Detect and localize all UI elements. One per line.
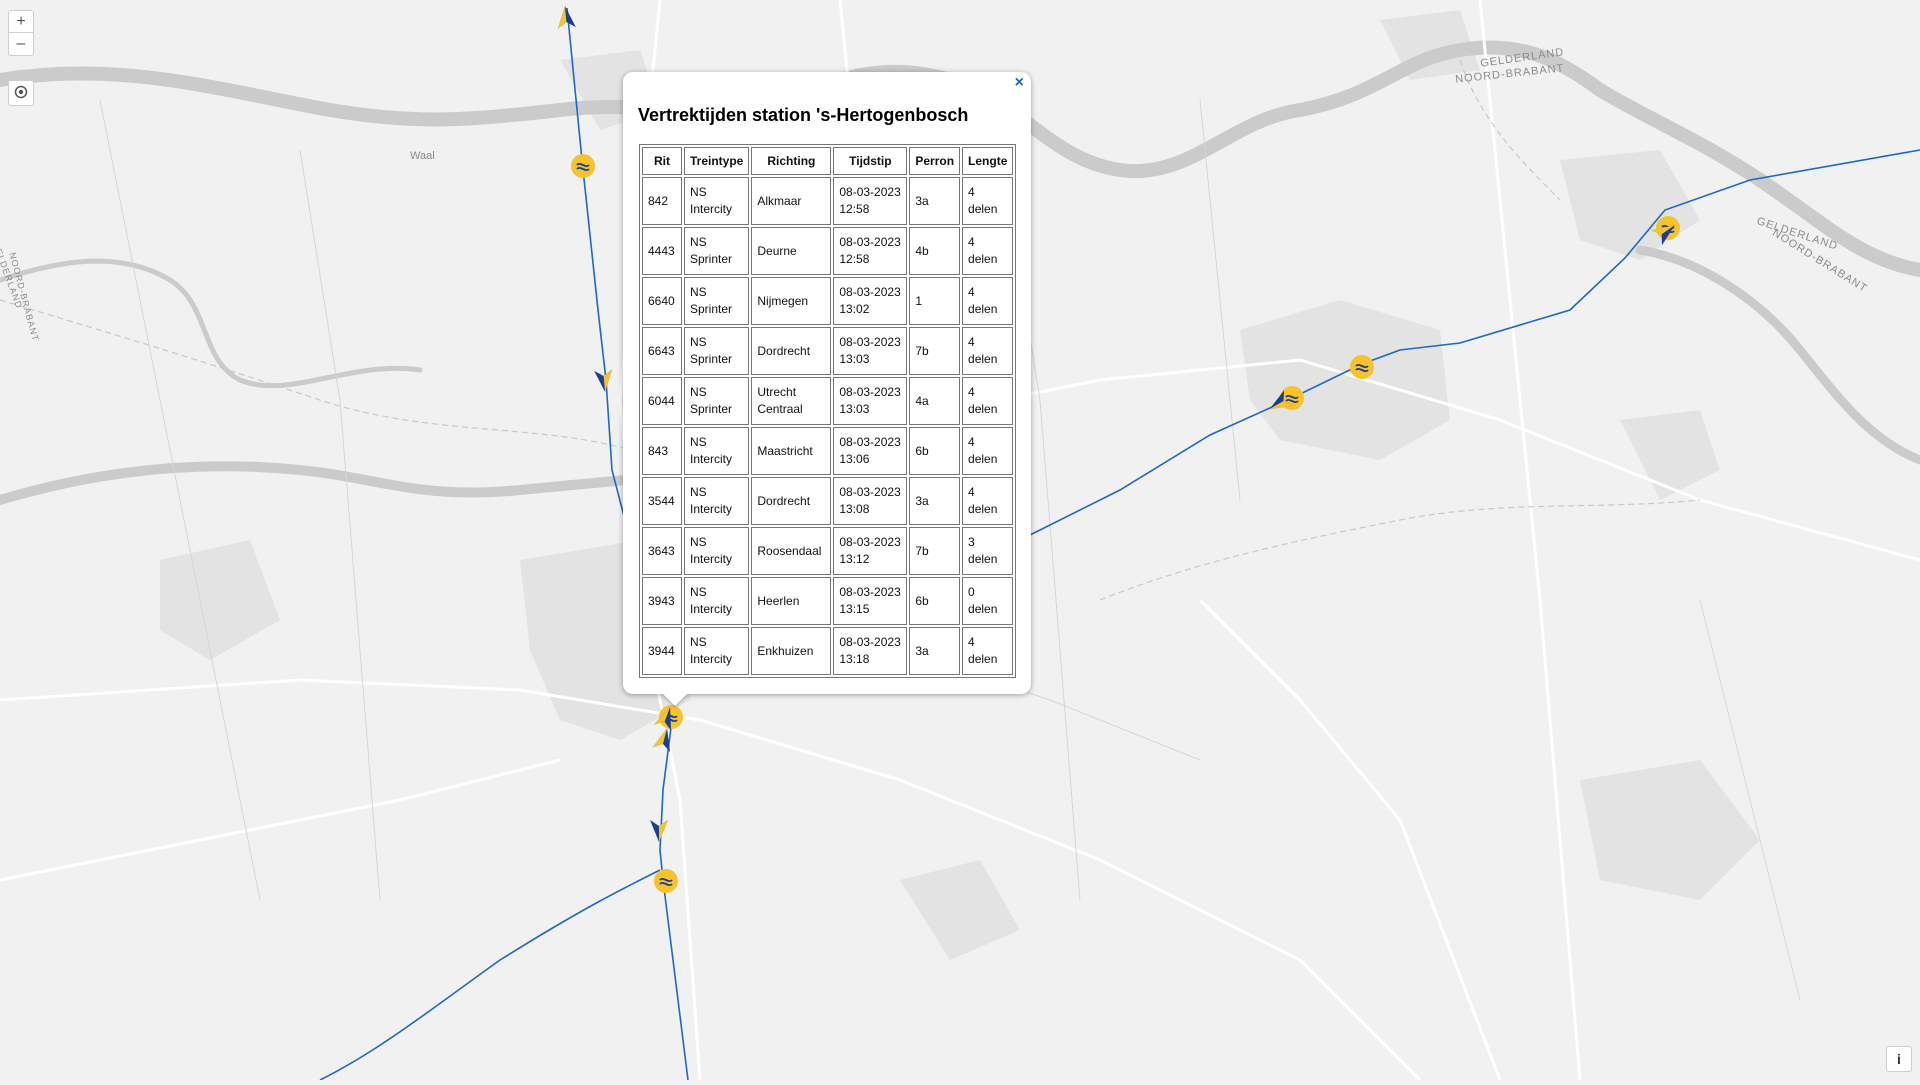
- column-header: Rit: [642, 147, 682, 175]
- cell-time: 08-03-2023 12:58: [833, 177, 907, 225]
- cell-rit: 6640: [642, 277, 682, 325]
- cell-perron: 7b: [909, 327, 960, 375]
- cell-time: 08-03-2023 13:15: [833, 577, 907, 625]
- cell-rit: 6044: [642, 377, 682, 425]
- cell-dir: Dordrecht: [751, 477, 831, 525]
- column-header: Treintype: [684, 147, 749, 175]
- table-row: 6643NS SprinterDordrecht08-03-2023 13:03…: [642, 327, 1013, 375]
- cell-perron: 1: [909, 277, 960, 325]
- zoom-out-button[interactable]: –: [8, 32, 34, 56]
- cell-len: 4 delen: [962, 477, 1013, 525]
- popup-title: Vertrektijden station 's-Hertogenbosch: [638, 105, 968, 126]
- cell-perron: 7b: [909, 527, 960, 575]
- cell-perron: 3a: [909, 177, 960, 225]
- cell-type: NS Intercity: [684, 577, 749, 625]
- cell-type: NS Sprinter: [684, 377, 749, 425]
- cell-dir: Enkhuizen: [751, 627, 831, 675]
- cell-time: 08-03-2023 13:03: [833, 377, 907, 425]
- cell-type: NS Intercity: [684, 177, 749, 225]
- cell-perron: 6b: [909, 577, 960, 625]
- departures-table: Rit Treintype Richting Tijdstip Perron L…: [639, 144, 1016, 678]
- river-label: Waal: [410, 150, 435, 162]
- layers-button[interactable]: [8, 80, 34, 106]
- cell-perron: 6b: [909, 427, 960, 475]
- cell-dir: Alkmaar: [751, 177, 831, 225]
- cell-type: NS Intercity: [684, 477, 749, 525]
- cell-type: NS Intercity: [684, 427, 749, 475]
- station-marker[interactable]: [1350, 355, 1374, 379]
- cell-rit: 4443: [642, 227, 682, 275]
- column-header: Tijdstip: [833, 147, 907, 175]
- cell-len: 4 delen: [962, 277, 1013, 325]
- cell-len: 4 delen: [962, 327, 1013, 375]
- cell-len: 4 delen: [962, 177, 1013, 225]
- cell-perron: 3a: [909, 477, 960, 525]
- cell-dir: Deurne: [751, 227, 831, 275]
- cell-dir: Heerlen: [751, 577, 831, 625]
- cell-time: 08-03-2023 12:58: [833, 227, 907, 275]
- cell-len: 4 delen: [962, 627, 1013, 675]
- column-header: Lengte: [962, 147, 1013, 175]
- cell-dir: Roosendaal: [751, 527, 831, 575]
- cell-time: 08-03-2023 13:02: [833, 277, 907, 325]
- cell-rit: 3944: [642, 627, 682, 675]
- table-row: 842NS IntercityAlkmaar08-03-2023 12:583a…: [642, 177, 1013, 225]
- info-button[interactable]: i: [1886, 1046, 1912, 1072]
- table-row: 3544NS IntercityDordrecht08-03-2023 13:0…: [642, 477, 1013, 525]
- cell-perron: 3a: [909, 627, 960, 675]
- layers-icon: [14, 85, 28, 99]
- cell-time: 08-03-2023 13:08: [833, 477, 907, 525]
- cell-perron: 4b: [909, 227, 960, 275]
- table-header-row: Rit Treintype Richting Tijdstip Perron L…: [642, 147, 1013, 175]
- cell-dir: Nijmegen: [751, 277, 831, 325]
- table-row: 3944NS IntercityEnkhuizen08-03-2023 13:1…: [642, 627, 1013, 675]
- departures-popup: × Vertrektijden station 's-Hertogenbosch…: [623, 72, 1031, 694]
- table-row: 843NS IntercityMaastricht08-03-2023 13:0…: [642, 427, 1013, 475]
- cell-type: NS Sprinter: [684, 277, 749, 325]
- cell-rit: 3544: [642, 477, 682, 525]
- cell-perron: 4a: [909, 377, 960, 425]
- cell-rit: 842: [642, 177, 682, 225]
- cell-rit: 6643: [642, 327, 682, 375]
- cell-time: 08-03-2023 13:03: [833, 327, 907, 375]
- cell-time: 08-03-2023 13:12: [833, 527, 907, 575]
- cell-rit: 3943: [642, 577, 682, 625]
- cell-time: 08-03-2023 13:06: [833, 427, 907, 475]
- cell-len: 0 delen: [962, 577, 1013, 625]
- cell-dir: Dordrecht: [751, 327, 831, 375]
- table-row: 3943NS IntercityHeerlen08-03-2023 13:156…: [642, 577, 1013, 625]
- cell-time: 08-03-2023 13:18: [833, 627, 907, 675]
- cell-rit: 3643: [642, 527, 682, 575]
- table-row: 4443NS SprinterDeurne08-03-2023 12:584b4…: [642, 227, 1013, 275]
- cell-dir: Maastricht: [751, 427, 831, 475]
- cell-len: 4 delen: [962, 427, 1013, 475]
- cell-type: NS Intercity: [684, 527, 749, 575]
- close-icon[interactable]: ×: [1015, 74, 1024, 92]
- cell-rit: 843: [642, 427, 682, 475]
- cell-type: NS Sprinter: [684, 327, 749, 375]
- cell-type: NS Intercity: [684, 627, 749, 675]
- cell-type: NS Sprinter: [684, 227, 749, 275]
- zoom-in-button[interactable]: +: [8, 10, 34, 34]
- station-marker[interactable]: [654, 869, 678, 893]
- station-marker[interactable]: [571, 154, 595, 178]
- cell-len: 3 delen: [962, 527, 1013, 575]
- column-header: Richting: [751, 147, 831, 175]
- column-header: Perron: [909, 147, 960, 175]
- cell-dir: Utrecht Centraal: [751, 377, 831, 425]
- table-row: 3643NS IntercityRoosendaal08-03-2023 13:…: [642, 527, 1013, 575]
- table-row: 6044NS SprinterUtrecht Centraal08-03-202…: [642, 377, 1013, 425]
- table-row: 6640NS SprinterNijmegen08-03-2023 13:021…: [642, 277, 1013, 325]
- cell-len: 4 delen: [962, 227, 1013, 275]
- cell-len: 4 delen: [962, 377, 1013, 425]
